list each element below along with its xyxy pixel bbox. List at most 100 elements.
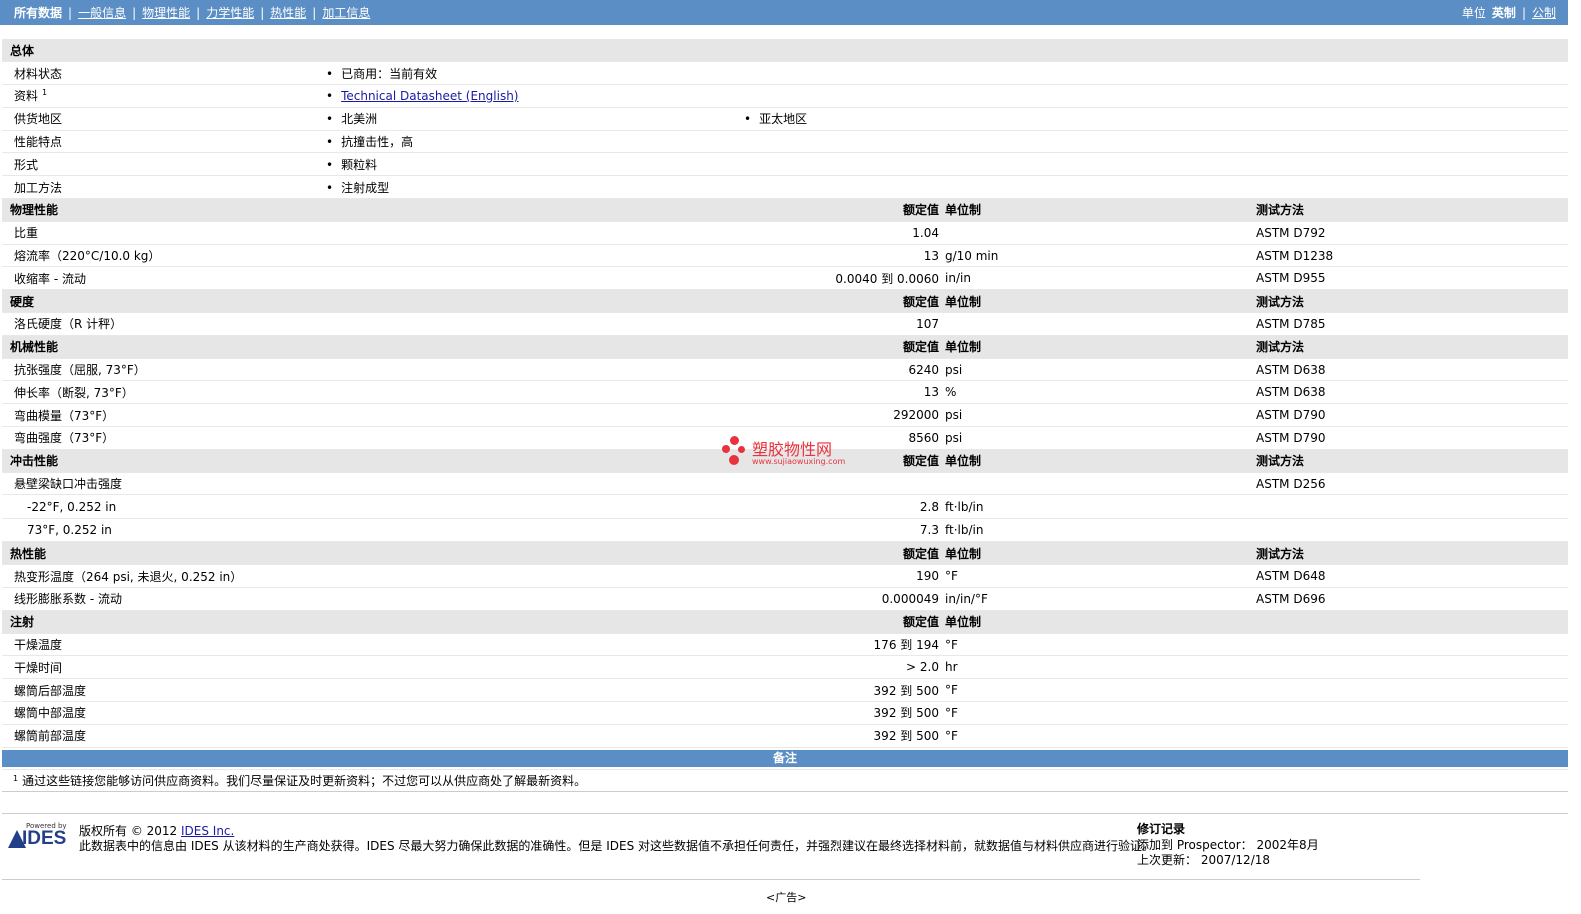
divider [2, 791, 1568, 792]
test-method: ASTM D790 [1256, 426, 1568, 450]
test-method-header: 测试方法 [1256, 541, 1568, 566]
watermark-dot [730, 436, 739, 445]
nav-tab[interactable]: 热性能 [270, 4, 306, 21]
row-value: 亚太地区 [738, 107, 942, 131]
section-header-general: 总体 [2, 39, 1568, 63]
row-value: 颗粒料 [320, 152, 738, 177]
unit-header: 单位制 [942, 541, 1256, 566]
watermark-url: www.sujiaowuxing.com [752, 457, 846, 466]
property-unit: in/in [942, 266, 1256, 291]
test-method: ASTM D1238 [1256, 244, 1568, 268]
cell [1256, 152, 1568, 177]
watermark-dot [738, 446, 745, 453]
copyright-block: 版权所有 © 2012 IDES Inc. 此数据表中的信息由 IDES 从该材… [79, 824, 1154, 854]
nav-separator: | [1521, 5, 1526, 20]
ides-logo: Powered by IDES [8, 822, 72, 852]
cell [320, 518, 738, 543]
footnote: 1 通过这些链接您能够访问供应商资料。我们尽量保证及时更新资料；不过您可以从供应商… [13, 772, 1563, 789]
row-value: 已商用：当前有效 [320, 61, 738, 86]
property-value: 2.8 [738, 494, 942, 519]
unit-header: 单位制 [942, 610, 1256, 634]
unit-metric-link[interactable]: 公制 [1532, 4, 1556, 21]
datasheet-link-cell: Technical Datasheet (English) [320, 84, 738, 108]
general-row: 形式 颗粒料 [2, 152, 1568, 177]
added-label: 添加到 Prospector： [1137, 837, 1253, 852]
property-label: 比重 [2, 221, 320, 245]
cell [320, 564, 738, 589]
notes-header: 备注 [2, 750, 1568, 767]
cell [1256, 84, 1568, 108]
property-row: 收缩率 - 流动 0.0040 到 0.0060 in/in ASTM D955 [2, 266, 1568, 291]
test-method: ASTM D955 [1256, 266, 1568, 291]
section-header: 热性能 额定值 单位制 测试方法 [2, 541, 1568, 566]
cell [738, 152, 942, 177]
property-label: 收缩率 - 流动 [2, 266, 320, 291]
property-value: 13 [738, 244, 942, 268]
property-label: 抗张强度（屈服, 73°F） [2, 358, 320, 382]
footnote-ref: 1 [42, 88, 48, 98]
rated-value-header: 额定值 [738, 198, 942, 222]
property-row: 线形膨胀系数 - 流动 0.000049 in/in/°F ASTM D696 [2, 587, 1568, 611]
nav-separator: | [260, 5, 265, 20]
property-row: -22°F, 0.252 in 2.8 ft·lb/in [2, 494, 1568, 519]
property-label: 洛氏硬度（R 计秤） [2, 312, 320, 336]
section-nav: 所有数据 | 一般信息 | 物理性能 | 力学性能 | 热性能 | 加工信息 [14, 4, 370, 21]
property-label: 干燥时间 [2, 655, 320, 680]
section-title: 机械性能 [2, 335, 320, 359]
test-method [1256, 518, 1568, 543]
cell [1256, 39, 1568, 63]
rated-value-header: 额定值 [738, 541, 942, 566]
nav-tab[interactable]: 物理性能 [142, 4, 190, 21]
property-unit: hr [942, 655, 1256, 680]
units-label: 单位 [1461, 6, 1486, 20]
footnote-text: 通过这些链接您能够访问供应商资料。我们尽量保证及时更新资料；不过您可以从供应商处… [22, 774, 587, 788]
row-label: 加工方法 [2, 175, 320, 200]
nav-tab[interactable]: 一般信息 [78, 4, 126, 21]
property-value: 13 [738, 380, 942, 405]
nav-tab[interactable]: 加工信息 [322, 4, 370, 21]
property-unit [942, 312, 1256, 336]
test-method [1256, 701, 1568, 725]
watermark: 塑胶物性网 www.sujiaowuxing.com [722, 436, 862, 470]
rated-value-header: 额定值 [738, 335, 942, 359]
datasheet-table: 总体材料状态 已商用：当前有效资料1 Technical Datasheet (En… [2, 39, 1568, 771]
property-value: 176 到 194 [738, 633, 942, 657]
property-value: 392 到 500 [738, 701, 942, 725]
property-value: 190 [738, 564, 942, 589]
divider [2, 879, 1420, 880]
row-label-text: 供货地区 [14, 112, 63, 127]
cell [942, 130, 1256, 154]
unit-imperial-current[interactable]: 英制 [1492, 4, 1516, 21]
ides-link[interactable]: IDES Inc. [181, 824, 234, 838]
property-row: 螺筒中部温度 392 到 500 °F [2, 701, 1568, 725]
cell [320, 198, 738, 222]
datasheet-link[interactable]: Technical Datasheet (English) [341, 89, 518, 103]
section-header: 物理性能 额定值 单位制 测试方法 [2, 198, 1568, 222]
property-row: 螺筒前部温度 392 到 500 °F [2, 724, 1568, 748]
cell [320, 380, 738, 405]
updated-value: 2007/12/18 [1200, 853, 1271, 867]
property-value: 7.3 [738, 518, 942, 543]
cell [320, 494, 738, 519]
cell [320, 358, 738, 382]
cell [738, 84, 942, 108]
property-value: 292000 [738, 403, 942, 428]
property-unit: g/10 min [942, 244, 1256, 268]
cell [942, 39, 1256, 63]
nav-separator: | [68, 5, 73, 20]
cell [942, 84, 1256, 108]
cell [320, 678, 738, 703]
nav-tab[interactable]: 力学性能 [206, 4, 254, 21]
property-label: 螺筒前部温度 [2, 724, 320, 748]
general-row: 资料1 Technical Datasheet (English) [2, 84, 1568, 108]
test-method [1256, 655, 1568, 680]
property-value: > 2.0 [738, 655, 942, 680]
property-value: 107 [738, 312, 942, 336]
test-method: ASTM D785 [1256, 312, 1568, 336]
property-unit: psi [942, 403, 1256, 428]
property-value: 0.0040 到 0.0060 [738, 266, 942, 291]
test-method [1256, 633, 1568, 657]
nav-tab[interactable]: 所有数据 [14, 4, 62, 21]
property-label: 干燥温度 [2, 633, 320, 657]
property-label: 螺筒中部温度 [2, 701, 320, 725]
